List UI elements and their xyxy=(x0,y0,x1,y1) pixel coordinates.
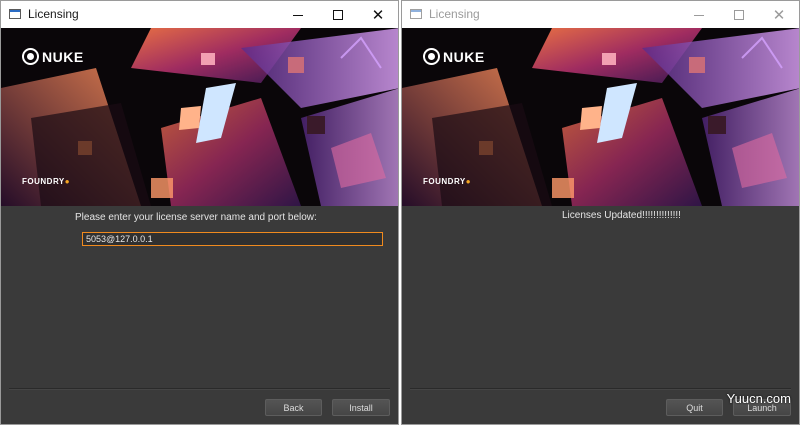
minimize-button[interactable] xyxy=(278,1,318,28)
foundry-logo-text: FOUNDRY xyxy=(22,177,65,186)
window-title: Licensing xyxy=(28,7,79,21)
maximize-icon xyxy=(734,9,744,20)
minimize-icon xyxy=(293,14,303,16)
install-button[interactable]: Install xyxy=(332,399,390,416)
license-status-message: Licenses Updated!!!!!!!!!!!!!! xyxy=(562,210,681,221)
app-window-icon xyxy=(9,9,21,19)
close-icon: ✕ xyxy=(371,5,385,24)
foundry-logo-text: FOUNDRY xyxy=(423,177,466,186)
close-icon: ✕ xyxy=(772,5,786,24)
nuke-logo-text: NUKE xyxy=(42,48,84,65)
close-button[interactable]: ✕ xyxy=(759,1,799,28)
quit-button[interactable]: Quit xyxy=(666,399,723,416)
minimize-icon xyxy=(694,14,704,16)
title-bar[interactable]: Licensing ✕ xyxy=(1,1,398,28)
license-prompt: Please enter your license server name an… xyxy=(75,212,317,223)
button-separator xyxy=(9,388,390,390)
nuke-logo: NUKE xyxy=(423,48,485,65)
nuke-logo-icon xyxy=(22,48,39,65)
title-bar[interactable]: Licensing ✕ xyxy=(402,1,799,28)
license-panel: Please enter your license server name an… xyxy=(1,206,398,424)
foundry-dot-icon: ● xyxy=(465,177,472,186)
nuke-logo: NUKE xyxy=(22,48,84,65)
nuke-logo-text: NUKE xyxy=(443,48,485,65)
licensing-window-2: Licensing ✕ NUKE FOUNDRY● Licenses Updat… xyxy=(401,0,800,425)
minimize-button[interactable] xyxy=(679,1,719,28)
back-button[interactable]: Back xyxy=(265,399,322,416)
foundry-dot-icon: ● xyxy=(64,177,71,186)
app-window-icon xyxy=(410,9,422,19)
nuke-logo-icon xyxy=(423,48,440,65)
maximize-icon xyxy=(333,9,343,20)
close-button[interactable]: ✕ xyxy=(358,1,398,28)
licensing-window-1: Licensing ✕ NUKE FOUNDRY● Please enter y… xyxy=(0,0,399,425)
window-title: Licensing xyxy=(429,7,480,21)
foundry-logo: FOUNDRY● xyxy=(423,177,471,186)
maximize-button[interactable] xyxy=(318,1,358,28)
site-watermark: Yuucn.com xyxy=(726,391,791,406)
foundry-logo: FOUNDRY● xyxy=(22,177,70,186)
button-separator xyxy=(410,388,791,390)
license-server-input[interactable] xyxy=(82,232,383,246)
maximize-button[interactable] xyxy=(719,1,759,28)
